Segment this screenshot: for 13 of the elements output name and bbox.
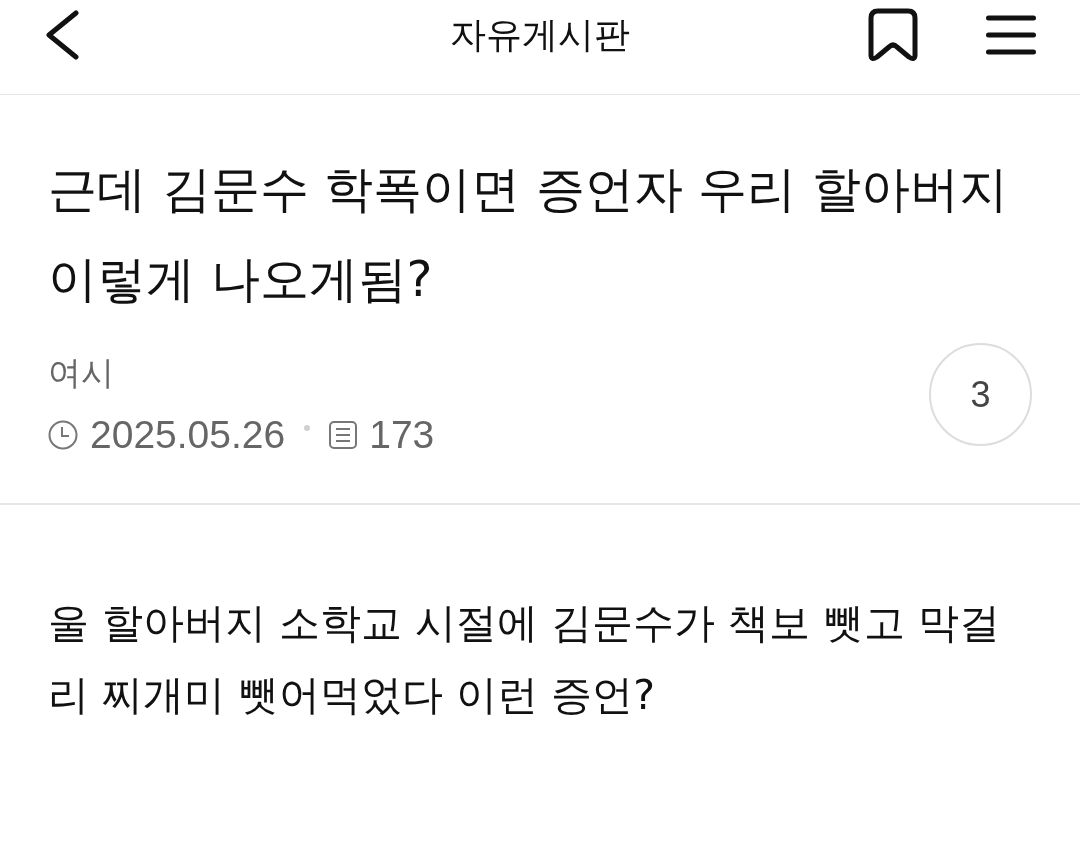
bookmark-icon[interactable] [868, 8, 918, 62]
board-title: 자유게시판 [450, 12, 630, 57]
post-title: 근데 김문수 학폭이면 증언자 우리 할아버지 이렇게 나오게됨? [48, 160, 1009, 310]
separator-dot-icon [304, 424, 311, 431]
clock-icon [48, 419, 78, 450]
comment-count-button[interactable]: 3 [929, 343, 1032, 446]
post-body: 울 할아버지 소학교 시절에 김문수가 책보 뺏고 막걸리 찌개미 뺏어먹었다 이런 증언? [48, 598, 1002, 721]
view-count: 173 [369, 412, 435, 457]
menu-icon[interactable] [986, 15, 1036, 55]
document-icon [329, 420, 358, 449]
back-icon[interactable] [44, 10, 80, 60]
author-name: 여시 [48, 351, 114, 394]
post-date: 2025.05.26 [90, 412, 286, 457]
